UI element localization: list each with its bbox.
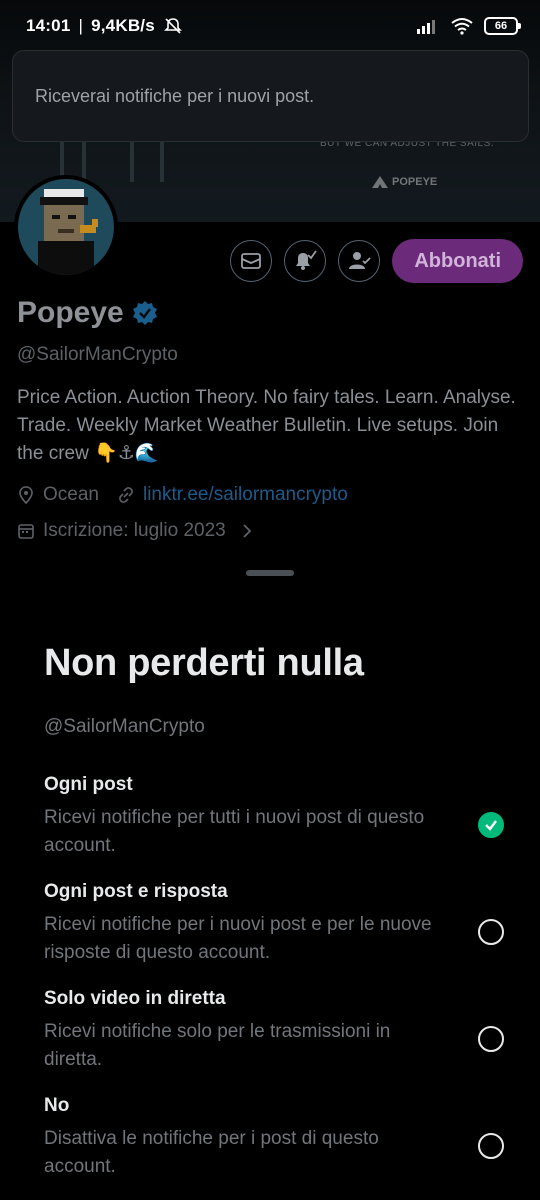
avatar-image [18, 179, 114, 275]
notification-toast: Riceverai notifiche per i nuovi post. [12, 50, 529, 142]
option-title: Solo video in diretta [44, 988, 226, 1009]
option-title: No [44, 1095, 70, 1116]
notifications-sheet: Non perderti nulla @SailorManCrypto Ogni… [0, 600, 540, 1200]
link-icon [119, 487, 133, 503]
screen: BUT WE CAN ADJUST THE SAILS. POPEYE 14:0… [0, 0, 540, 1200]
location-icon [19, 486, 33, 504]
option-desc: Ricevi notifiche per i nuovi post e per … [44, 914, 432, 963]
sheet-grabber[interactable] [246, 570, 294, 576]
person-check-icon [349, 252, 371, 269]
profile-info: Popeye @SailorManCrypto Price Action. Au… [17, 296, 527, 542]
radio-live-only[interactable] [478, 1026, 504, 1052]
option-title: Ogni post e risposta [44, 881, 228, 902]
bell-check-icon [296, 250, 318, 270]
option-every-post[interactable]: Ogni post Ricevi notifiche per tutti i n… [44, 774, 504, 860]
profile-name: Popeye [17, 296, 124, 329]
envelope-icon [241, 253, 262, 269]
profile-bio: Price Action. Auction Theory. No fairy t… [17, 387, 516, 464]
toast-message: Riceverai notifiche per i nuovi post. [35, 85, 315, 106]
profile-location: Ocean [43, 484, 99, 505]
status-bar: 14:01 | 9,4KB/s 66 [0, 0, 540, 52]
profile-joined: Iscrizione: luglio 2023 [43, 520, 226, 541]
sheet-title: Non perderti nulla [44, 642, 364, 684]
avatar[interactable] [14, 175, 118, 279]
message-button[interactable] [230, 240, 273, 282]
battery-indicator: 66 [484, 17, 521, 35]
radio-posts-and-replies[interactable] [478, 919, 504, 945]
option-desc: Ricevi notifiche solo per le trasmission… [44, 1021, 391, 1070]
radio-none[interactable] [478, 1133, 504, 1159]
option-desc: Ricevi notifiche per tutti i nuovi post … [44, 807, 425, 856]
option-live-only[interactable]: Solo video in diretta Ricevi notifiche s… [44, 988, 504, 1074]
status-time: 14:01 [26, 16, 71, 35]
battery-level: 66 [494, 20, 508, 32]
option-none[interactable]: No Disattiva le notifiche per i post di … [44, 1095, 504, 1181]
option-posts-and-replies[interactable]: Ogni post e risposta Ricevi notifiche pe… [44, 881, 504, 967]
calendar-icon [18, 524, 34, 539]
follow-status-button[interactable] [338, 240, 381, 282]
option-desc: Disattiva le notifiche per i post di que… [44, 1128, 379, 1177]
notifications-button[interactable] [284, 240, 327, 282]
radio-every-post[interactable] [478, 812, 504, 838]
status-network-speed: 9,4KB/s [91, 16, 155, 35]
option-title: Ogni post [44, 774, 133, 795]
profile-actions: Abbonati [230, 239, 523, 283]
profile-handle: @SailorManCrypto [17, 344, 178, 365]
signal-icon [417, 20, 435, 34]
check-icon [485, 820, 497, 831]
verified-badge-icon[interactable] [132, 300, 158, 326]
chevron-right-icon[interactable] [240, 522, 254, 540]
profile-link[interactable]: linktr.ee/sailormancrypto [143, 484, 348, 506]
subscribe-button[interactable]: Abbonati [392, 239, 523, 283]
mute-icon [163, 18, 182, 34]
wifi-icon [451, 18, 473, 35]
sheet-subtitle: @SailorManCrypto [44, 716, 205, 737]
